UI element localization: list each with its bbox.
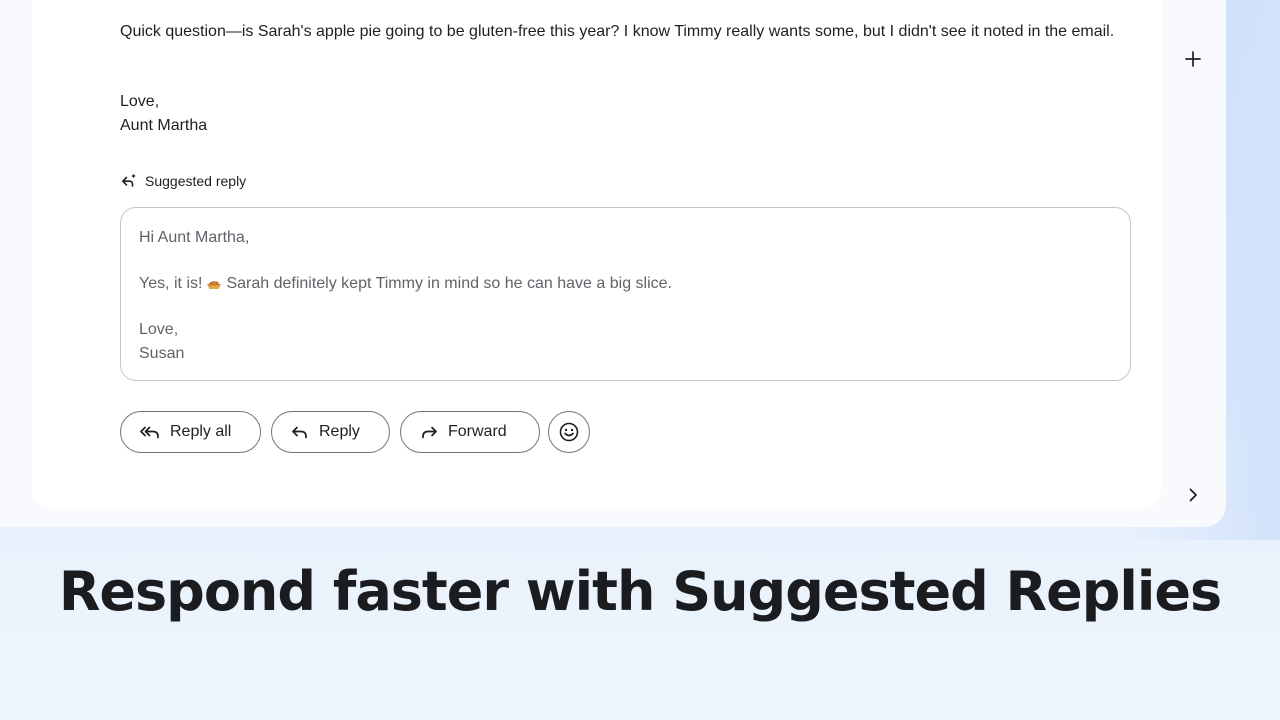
- suggested-body-end: Sarah definitely kept Timmy in mind so h…: [226, 275, 672, 292]
- email-signoff: Love, Aunt Martha: [120, 90, 1120, 137]
- smiley-icon: [558, 421, 580, 443]
- suggested-closing: Love,: [139, 321, 179, 338]
- reply-button[interactable]: Reply: [271, 411, 390, 453]
- reply-all-button[interactable]: Reply all: [120, 411, 261, 453]
- suggested-signoff: Love, Susan: [139, 318, 184, 365]
- reply-label: Reply: [319, 423, 360, 440]
- reply-all-icon: [139, 423, 161, 441]
- plus-icon[interactable]: [1181, 47, 1205, 71]
- suggested-greeting: Hi Aunt Martha,: [139, 229, 250, 246]
- reply-all-label: Reply all: [170, 423, 232, 440]
- mail-window: Quick question—is Sarah's apple pie goin…: [0, 0, 1226, 527]
- reply-icon: [290, 423, 310, 441]
- suggested-reply-header: Suggested reply: [120, 172, 246, 190]
- email-body-text: Quick question—is Sarah's apple pie goin…: [120, 23, 1115, 40]
- chevron-right-icon[interactable]: [1181, 483, 1205, 507]
- emoji-reaction-button[interactable]: [548, 411, 590, 453]
- caption-headline: Respond faster with Suggested Replies: [58, 560, 1222, 623]
- email-closing: Love,: [120, 93, 160, 110]
- sparkle-reply-icon: [120, 172, 138, 190]
- suggested-reply-label: Suggested reply: [145, 173, 247, 189]
- suggested-reply-box[interactable]: Hi Aunt Martha, Yes, it is! Sarah defini…: [120, 207, 1131, 381]
- suggested-body-start: Yes, it is!: [139, 275, 203, 292]
- suggested-signature: Susan: [139, 344, 185, 362]
- pie-emoji: [206, 276, 222, 292]
- forward-icon: [419, 423, 439, 441]
- forward-button[interactable]: Forward: [400, 411, 540, 453]
- forward-label: Forward: [448, 423, 507, 440]
- email-signature: Aunt Martha: [120, 116, 208, 134]
- suggested-body: Yes, it is! Sarah definitely kept Timmy …: [139, 272, 672, 296]
